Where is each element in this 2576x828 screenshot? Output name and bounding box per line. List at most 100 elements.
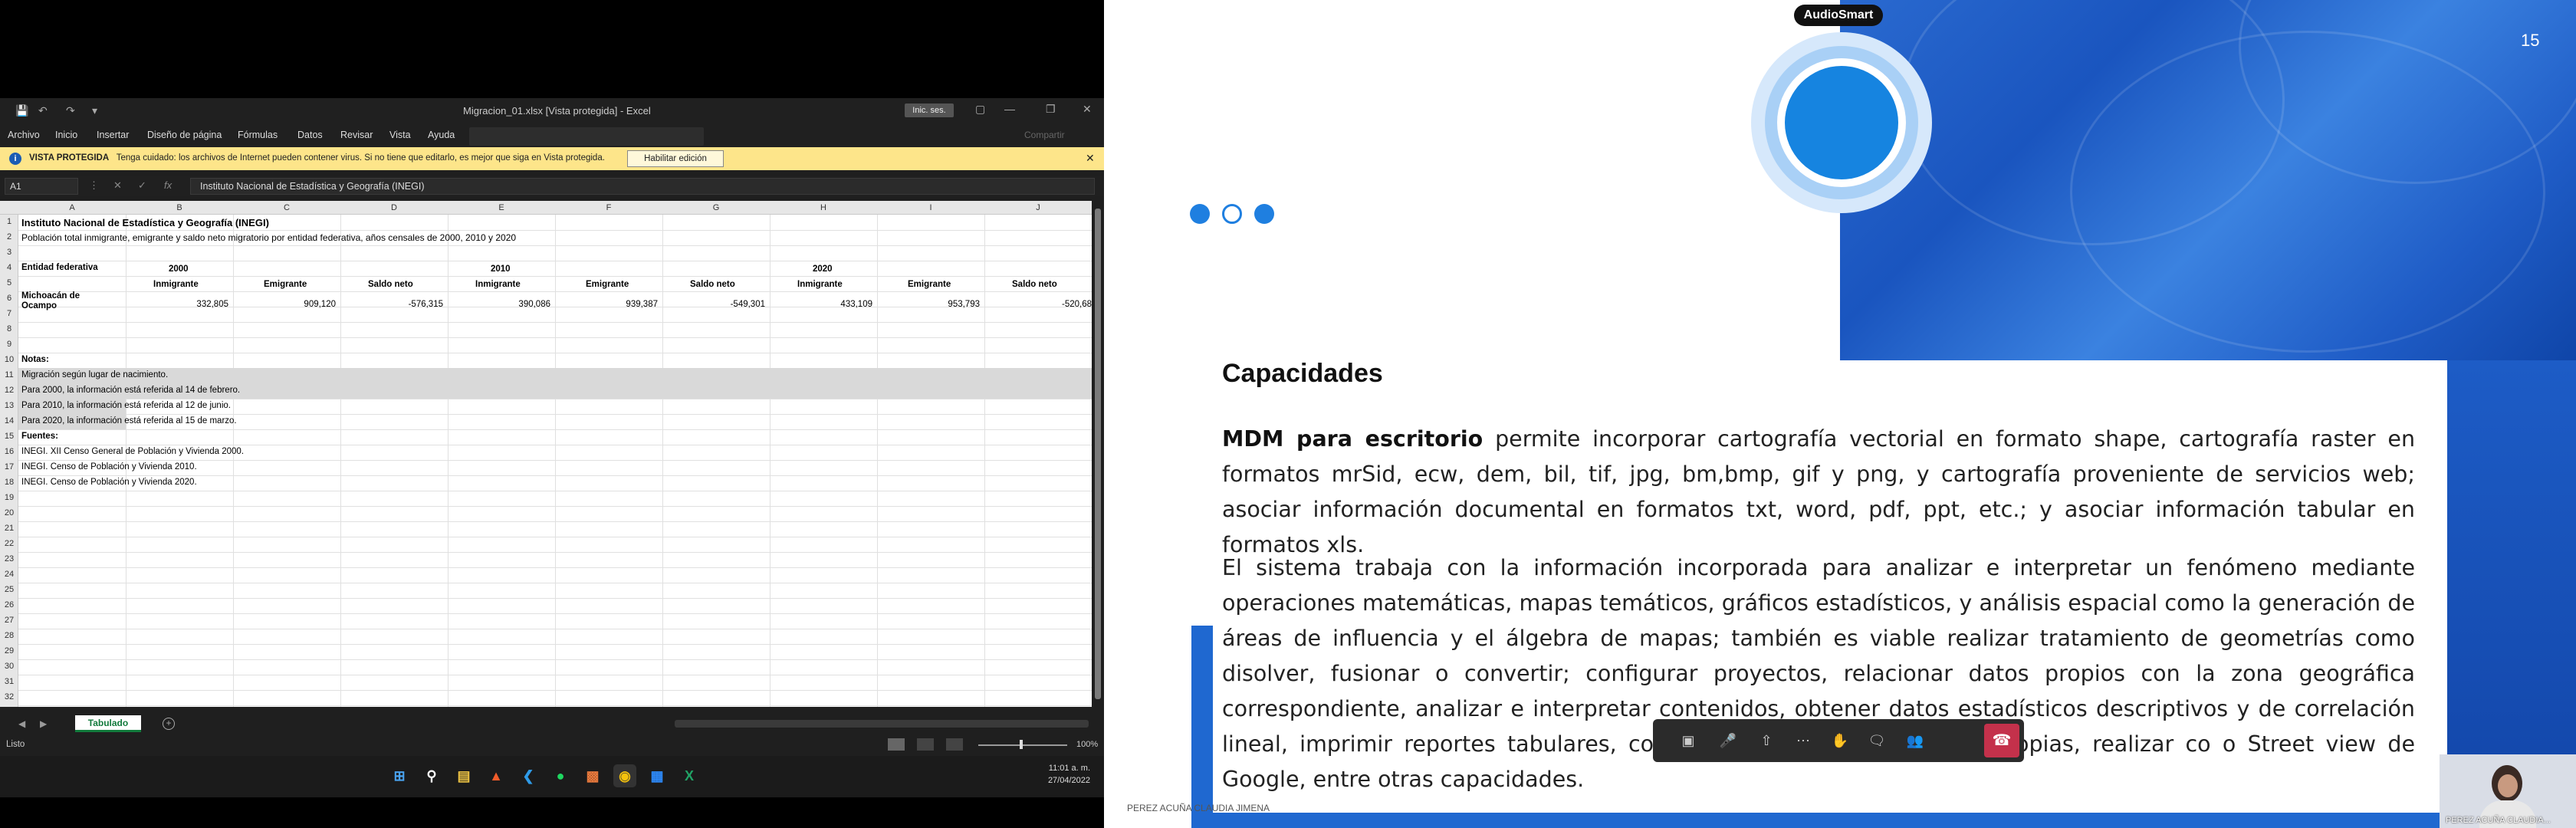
tab-ayuda[interactable]: Ayuda bbox=[428, 130, 455, 140]
add-sheet-icon[interactable]: + bbox=[163, 718, 175, 730]
hdr-j5[interactable]: Saldo neto bbox=[1012, 280, 1057, 289]
col-g[interactable]: G bbox=[662, 203, 770, 212]
header-2010[interactable]: 2010 bbox=[491, 264, 511, 274]
hdr-g5[interactable]: Saldo neto bbox=[690, 280, 735, 289]
row-header[interactable]: 31 bbox=[0, 677, 18, 686]
col-c[interactable]: C bbox=[233, 203, 340, 212]
close-icon[interactable]: ✕ bbox=[1083, 103, 1092, 116]
vertical-scrollbar[interactable] bbox=[1092, 201, 1104, 722]
col-e[interactable]: E bbox=[448, 203, 555, 212]
cell-d6[interactable]: -576,315 bbox=[340, 300, 443, 309]
minimize-icon[interactable]: — bbox=[1004, 103, 1015, 115]
col-f[interactable]: F bbox=[555, 203, 662, 212]
row-header[interactable]: 5 bbox=[0, 278, 18, 288]
row-header[interactable]: 29 bbox=[0, 646, 18, 656]
cell-a6-line2[interactable]: Ocampo bbox=[21, 301, 57, 310]
row-header[interactable]: 21 bbox=[0, 524, 18, 533]
vscode-icon[interactable]: ❮ bbox=[517, 764, 540, 787]
archive-app-icon[interactable]: ▩ bbox=[581, 764, 604, 787]
tab-formulas[interactable]: Fórmulas bbox=[238, 130, 278, 140]
row-header[interactable]: 14 bbox=[0, 416, 18, 426]
cell-a2[interactable]: Población total inmigrante, emigrante y … bbox=[21, 232, 516, 243]
prev-sheet-icon[interactable]: ◀ bbox=[18, 718, 25, 729]
end-call-button[interactable]: ☎ bbox=[1984, 724, 2019, 757]
customize-qat-icon[interactable]: ▾ bbox=[92, 104, 97, 117]
row-header[interactable]: 11 bbox=[0, 370, 18, 380]
tab-archivo[interactable]: Archivo bbox=[8, 130, 40, 140]
row-header[interactable]: 17 bbox=[0, 462, 18, 472]
hdr-h5[interactable]: Inmigrante bbox=[797, 280, 843, 289]
ribbon-display-icon[interactable]: ▢ bbox=[975, 103, 985, 116]
cell-a12[interactable]: Para 2000, la información está referida … bbox=[21, 386, 240, 395]
hdr-d5[interactable]: Saldo neto bbox=[368, 280, 413, 289]
row-header[interactable]: 6 bbox=[0, 294, 18, 303]
row-header[interactable]: 30 bbox=[0, 662, 18, 671]
share-button[interactable]: Compartir bbox=[1024, 130, 1065, 140]
tab-diseno-pagina[interactable]: Diseño de página bbox=[147, 130, 222, 140]
cell-e6[interactable]: 390,086 bbox=[448, 300, 550, 309]
cell-b6[interactable]: 332,805 bbox=[126, 300, 228, 309]
row-header[interactable]: 25 bbox=[0, 585, 18, 594]
mic-off-icon[interactable]: 🎤 bbox=[1716, 728, 1740, 753]
sheet-tab-tabulado[interactable]: Tabulado bbox=[75, 715, 141, 732]
cell-a18[interactable]: INEGI. Censo de Población y Vivienda 202… bbox=[21, 478, 197, 487]
cell-a14[interactable]: Para 2020, la información está referida … bbox=[21, 416, 237, 426]
row-header[interactable]: 4 bbox=[0, 263, 18, 272]
col-h[interactable]: H bbox=[770, 203, 877, 212]
col-j[interactable]: J bbox=[984, 203, 1092, 212]
share-screen-icon[interactable]: ⇧ bbox=[1754, 728, 1779, 753]
signin-button[interactable]: Inic. ses. bbox=[905, 104, 954, 117]
row-header[interactable]: 18 bbox=[0, 478, 18, 487]
cell-c6[interactable]: 909,120 bbox=[233, 300, 336, 309]
tab-inicio[interactable]: Inicio bbox=[55, 130, 77, 140]
maximize-icon[interactable]: ❐ bbox=[1046, 103, 1056, 116]
undo-icon[interactable]: ↶ bbox=[38, 104, 48, 117]
tab-insertar[interactable]: Insertar bbox=[97, 130, 129, 140]
tab-vista[interactable]: Vista bbox=[389, 130, 411, 140]
page-break-icon[interactable] bbox=[946, 738, 963, 751]
row-header[interactable]: 26 bbox=[0, 600, 18, 610]
cancel-icon[interactable]: ✕ bbox=[113, 179, 122, 192]
col-i[interactable]: I bbox=[877, 203, 984, 212]
hdr-c5[interactable]: Emigrante bbox=[264, 280, 307, 289]
fx-icon[interactable]: fx bbox=[164, 179, 172, 191]
more-options-icon[interactable]: ⋯ bbox=[1791, 728, 1815, 753]
row-header[interactable]: 1 bbox=[0, 217, 18, 226]
row-header[interactable]: 27 bbox=[0, 616, 18, 625]
taskbar-clock[interactable]: 11:01 a. m. 27/04/2022 bbox=[1040, 764, 1090, 785]
calendar-app-icon[interactable]: ▦ bbox=[646, 764, 669, 787]
zoom-slider-knob[interactable] bbox=[1020, 740, 1023, 749]
col-b[interactable]: B bbox=[126, 203, 233, 212]
hdr-b5[interactable]: Inmigrante bbox=[153, 280, 199, 289]
zoom-slider[interactable] bbox=[978, 744, 1067, 746]
participants-icon[interactable]: 👥 bbox=[1903, 728, 1927, 753]
row-header[interactable]: 10 bbox=[0, 355, 18, 364]
row-header[interactable]: 22 bbox=[0, 539, 18, 548]
row-header[interactable]: 20 bbox=[0, 508, 18, 518]
row-header[interactable]: 8 bbox=[0, 324, 18, 334]
hdr-f5[interactable]: Emigrante bbox=[586, 280, 629, 289]
self-view-video[interactable]: PEREZ ACUÑA CLAUDIA... bbox=[2440, 754, 2576, 828]
cell-a1[interactable]: Instituto Nacional de Estadística y Geog… bbox=[21, 217, 269, 228]
tab-revisar[interactable]: Revisar bbox=[340, 130, 373, 140]
excel-taskbar-icon[interactable]: X bbox=[678, 764, 701, 787]
hdr-i5[interactable]: Emigrante bbox=[908, 280, 951, 289]
header-2000[interactable]: 2000 bbox=[169, 264, 189, 274]
row-header[interactable]: 9 bbox=[0, 340, 18, 349]
cell-h6[interactable]: 433,109 bbox=[770, 300, 872, 309]
chrome-icon[interactable]: ◉ bbox=[613, 764, 636, 787]
search-box[interactable] bbox=[469, 127, 704, 146]
cell-f6[interactable]: 939,387 bbox=[555, 300, 658, 309]
row-header[interactable]: 2 bbox=[0, 232, 18, 242]
page-layout-icon[interactable] bbox=[917, 738, 934, 751]
cell-a11[interactable]: Migración según lugar de nacimiento. bbox=[21, 370, 168, 380]
cell-a4[interactable]: Entidad federativa bbox=[21, 263, 98, 272]
file-explorer-icon[interactable]: ▤ bbox=[452, 764, 475, 787]
horizontal-scrollbar[interactable] bbox=[675, 720, 1089, 728]
cell-i6[interactable]: 953,793 bbox=[877, 300, 980, 309]
row-header[interactable]: 3 bbox=[0, 248, 18, 257]
row-header[interactable]: 16 bbox=[0, 447, 18, 456]
hdr-e5[interactable]: Inmigrante bbox=[475, 280, 521, 289]
search-icon[interactable]: ⚲ bbox=[420, 764, 443, 787]
save-icon[interactable]: 💾 bbox=[15, 104, 28, 117]
